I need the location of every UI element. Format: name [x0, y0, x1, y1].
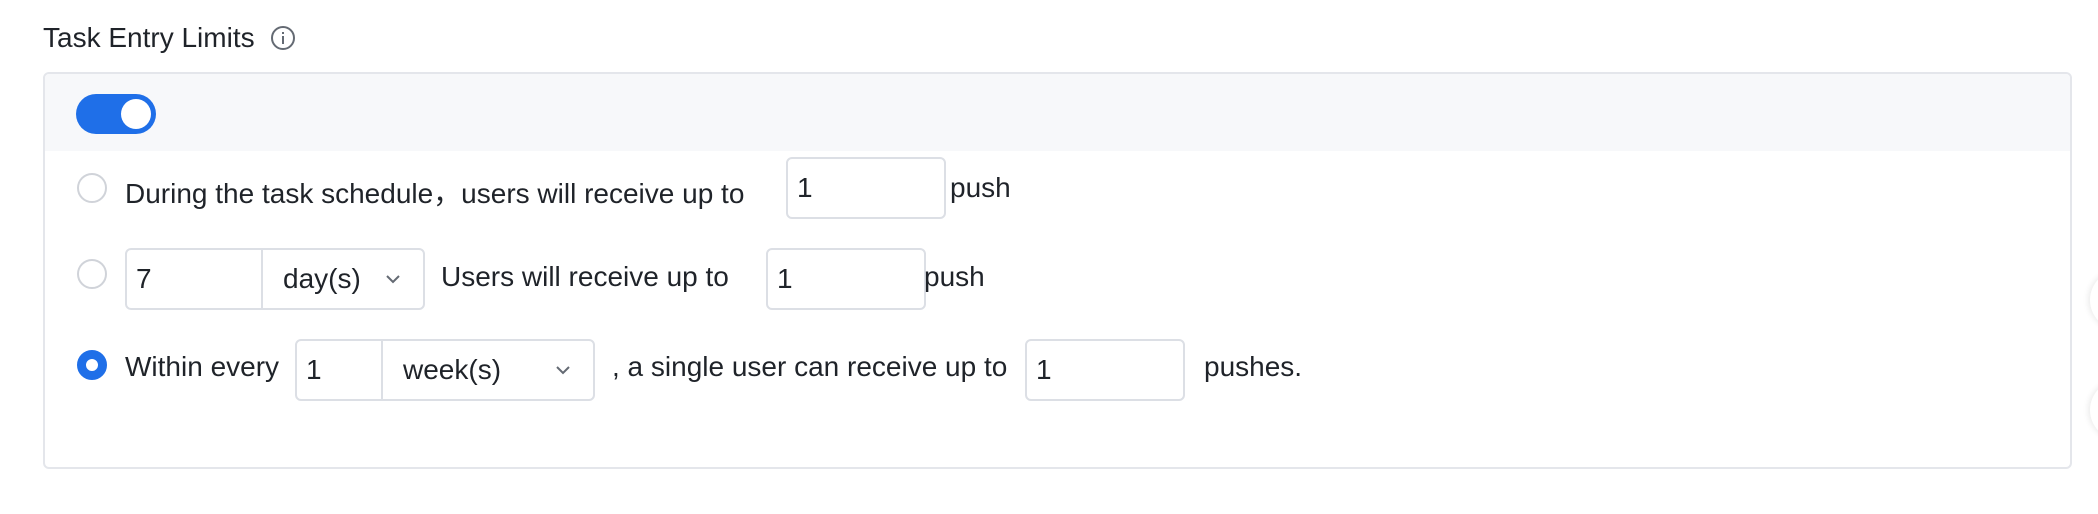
period-value-input[interactable]: 1: [297, 341, 383, 399]
option-text-days: Users will receive up to: [441, 261, 729, 292]
radio-schedule[interactable]: [77, 173, 107, 203]
option-row-schedule: During the task schedule，users will rece…: [45, 155, 2070, 221]
option-unit-weeks: pushes.: [1204, 351, 1303, 382]
limits-toggle[interactable]: [76, 94, 156, 134]
option-text-schedule: During the task schedule，users will rece…: [125, 178, 745, 209]
radio-weeks[interactable]: [77, 350, 107, 380]
weeks-limit-input[interactable]: 1: [1025, 339, 1185, 401]
radio-days[interactable]: [77, 259, 107, 289]
period-unit-label: day(s): [283, 263, 361, 294]
option-text-weeks: Within every: [125, 351, 280, 382]
period-unit-select[interactable]: day(s): [263, 250, 423, 308]
period-selector-days: 7 day(s): [125, 248, 425, 310]
option-text-weeks-middle: , a single user can receive up to: [612, 351, 1008, 382]
info-circle-icon[interactable]: [269, 24, 297, 52]
period-value-input[interactable]: 7: [127, 250, 263, 308]
period-selector-weeks: 1 week(s): [295, 339, 595, 401]
chevron-down-icon: [553, 364, 573, 376]
toggle-knob: [121, 99, 151, 129]
scroll-edge-handle: [2090, 380, 2098, 440]
limits-panel: During the task schedule，users will rece…: [43, 72, 2072, 469]
chevron-down-icon: [383, 273, 403, 285]
section-header: Task Entry Limits: [43, 22, 297, 54]
scroll-edge-handle: [2090, 270, 2098, 330]
period-unit-label: week(s): [403, 354, 502, 385]
option-unit-schedule: push: [950, 172, 1011, 203]
days-limit-input[interactable]: 1: [766, 248, 926, 310]
option-unit-days: push: [924, 261, 985, 292]
schedule-limit-input[interactable]: 1: [786, 157, 946, 219]
section-title: Task Entry Limits: [43, 22, 255, 53]
period-unit-select[interactable]: week(s): [383, 341, 593, 399]
option-row-days: 7 day(s) Users will receive up to 1 push: [45, 246, 2070, 312]
panel-header: [45, 74, 2070, 151]
option-row-weeks: Within every 1 week(s) , a single user c…: [45, 337, 2070, 403]
